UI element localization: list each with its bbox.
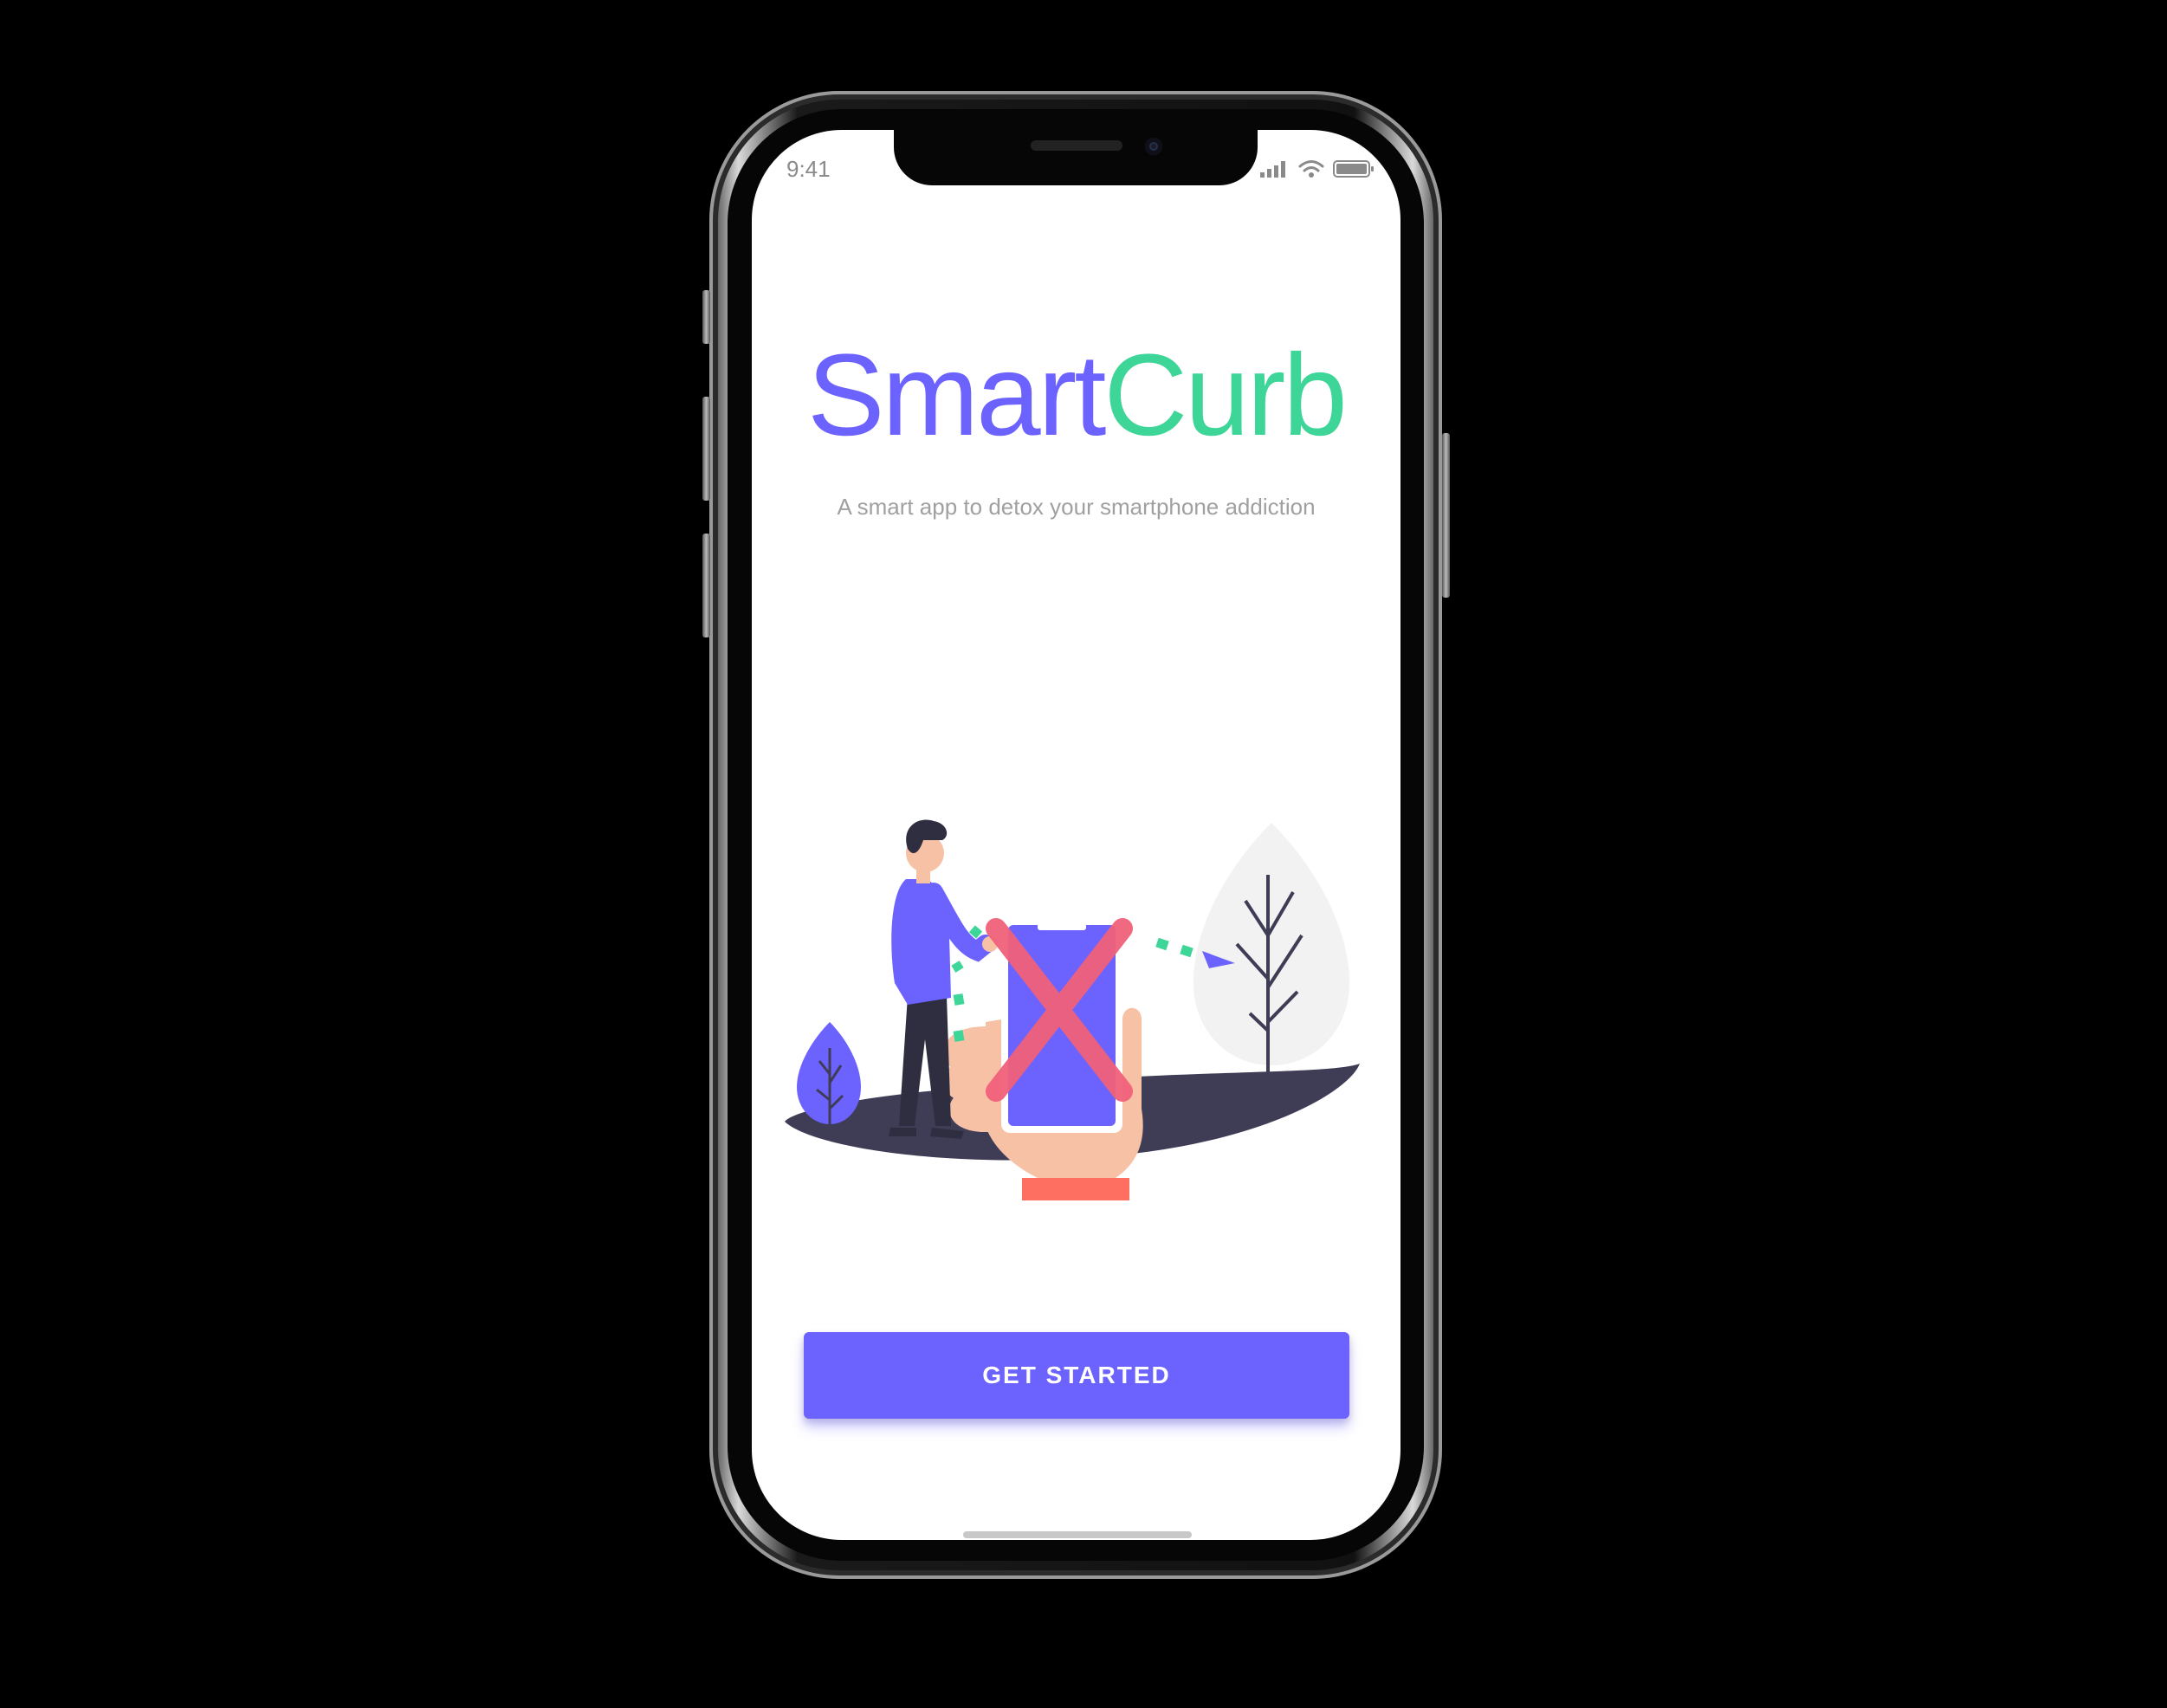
phone-screen: 9:41 SmartCurb A smart app to detox your… — [752, 130, 1400, 1540]
signal-icon — [1260, 161, 1285, 178]
status-icons — [1260, 159, 1375, 178]
battery-icon — [1333, 160, 1374, 178]
status-time: 9:41 — [786, 156, 831, 182]
volume-up-button — [702, 397, 710, 501]
get-started-button[interactable]: GET STARTED — [804, 1332, 1349, 1419]
app-tagline: A smart app to detox your smartphone add… — [837, 494, 1316, 520]
sleeve-cuff — [1022, 1178, 1129, 1200]
wifi-icon — [1298, 160, 1324, 178]
app-title-curb: Curb — [1103, 331, 1347, 460]
power-button — [1442, 433, 1450, 598]
front-camera — [1145, 138, 1162, 155]
speaker-grille — [1031, 140, 1122, 151]
device-mockup-stage: 9:41 SmartCurb A smart app to detox your… — [0, 0, 2167, 1708]
notch — [894, 130, 1258, 185]
phone-detox-illustration — [785, 819, 1360, 1200]
app-title: SmartCurb — [752, 338, 1400, 454]
volume-down-button — [702, 534, 710, 637]
app-title-smart: Smart — [807, 331, 1106, 460]
held-phone-notch — [1038, 923, 1086, 930]
mute-switch — [702, 290, 710, 344]
home-indicator[interactable] — [963, 1531, 1192, 1538]
grey-tree-foliage — [1193, 823, 1349, 1065]
